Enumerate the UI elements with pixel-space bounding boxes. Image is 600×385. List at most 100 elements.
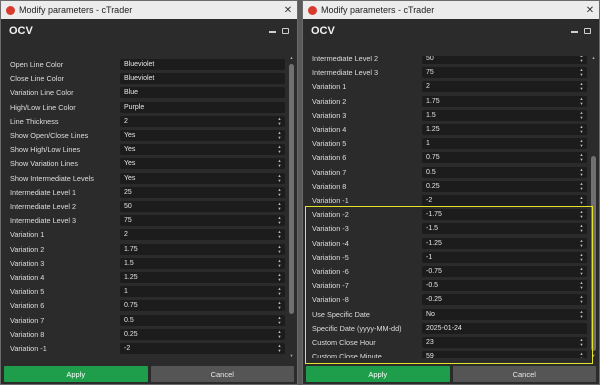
scroll-up-icon[interactable]: ▲ [591,56,596,60]
spinner-down-icon[interactable]: ▼ [580,272,584,276]
parameter-value-field[interactable]: 59 ▲▼ [422,351,587,358]
parameter-value-field[interactable]: 0.5 ▲ ▼ [120,314,285,326]
close-icon[interactable]: ✕ [279,5,297,16]
parameter-value-field[interactable]: -2 ▲ ▼ [422,195,587,206]
spinner-down-icon[interactable]: ▼ [580,300,584,304]
parameter-value-field[interactable]: -1.25 ▲ ▼ [422,237,587,249]
parameter-value-field[interactable]: No ▲ ▼ [422,308,587,320]
apply-button[interactable]: Apply [306,366,450,382]
spinner-down-icon[interactable]: ▼ [278,207,282,211]
spinner-down-icon[interactable]: ▼ [278,164,282,168]
spinner[interactable]: ▲▼ [277,116,282,126]
parameter-value-field[interactable]: Yes ▲ ▼ [120,172,285,184]
save-icon[interactable] [282,28,289,34]
spinner[interactable]: ▲▼ [579,196,584,205]
spinner-up-icon[interactable]: ▲ [580,96,584,101]
spinner-down-icon[interactable]: ▼ [278,178,282,183]
scroll-down-icon[interactable]: ▼ [289,354,294,358]
spinner-up-icon[interactable]: ▲ [278,315,282,320]
parameter-value-field[interactable]: 1 ▲ ▼ [422,138,587,150]
spinner[interactable]: ▲▼ [277,216,282,225]
spinner[interactable]: ▲▼ [579,252,584,262]
spinner-down-icon[interactable]: ▼ [580,158,584,162]
parameter-value-field[interactable]: -0.75 ▲ ▼ [422,266,587,277]
parameter-value-field[interactable]: 1.5 ▲ ▼ [422,109,587,121]
parameter-value-field[interactable]: 0.25 ▲ ▼ [120,328,285,340]
scrollbar[interactable]: ▲ ▼ [289,56,294,358]
spinner-up-icon[interactable]: ▲ [580,167,584,172]
spinner[interactable]: ▲▼ [277,329,282,339]
parameter-value-field[interactable]: 0.75 ▲ ▼ [120,300,285,312]
spinner[interactable]: ▲▼ [579,238,584,248]
spinner-down-icon[interactable]: ▼ [278,263,282,268]
apply-button[interactable]: Apply [4,366,148,382]
spinner[interactable]: ▲▼ [277,173,282,183]
spinner-down-icon[interactable]: ▼ [278,221,282,225]
spinner-up-icon[interactable]: ▲ [580,309,584,314]
spinner-down-icon[interactable]: ▼ [580,101,584,106]
spinner-up-icon[interactable]: ▲ [580,238,584,243]
spinner[interactable]: ▲▼ [579,267,584,276]
save-icon[interactable] [584,28,591,34]
spinner-down-icon[interactable]: ▼ [278,306,282,310]
spinner-down-icon[interactable]: ▼ [580,215,584,219]
parameter-value-field[interactable]: Blue [120,87,285,99]
spinner-down-icon[interactable]: ▼ [278,349,282,353]
parameter-value-field[interactable]: 0.5 ▲ ▼ [422,166,587,178]
spinner[interactable]: ▲▼ [277,244,282,254]
parameter-value-field[interactable]: 1.5 ▲ ▼ [120,257,285,269]
scrollbar-thumb[interactable] [591,156,596,351]
parameter-value-field[interactable]: 1.75 ▲ ▼ [422,95,587,107]
spinner-down-icon[interactable]: ▼ [580,172,584,177]
parameter-value-field[interactable]: -1 ▲ ▼ [422,251,587,263]
cancel-button[interactable]: Cancel [452,366,596,382]
parameter-value-field[interactable]: 1.75 ▲ ▼ [120,243,285,255]
spinner-down-icon[interactable]: ▼ [278,320,282,325]
parameter-value-field[interactable]: 1.25 ▲ ▼ [120,272,285,283]
minimize-icon[interactable] [269,29,276,33]
spinner-down-icon[interactable]: ▼ [580,201,584,205]
spinner-down-icon[interactable]: ▼ [580,286,584,290]
spinner-down-icon[interactable]: ▼ [580,59,584,63]
spinner-down-icon[interactable]: ▼ [278,235,282,239]
parameter-value-field[interactable]: -1.5 ▲ ▼ [422,223,587,235]
cancel-button[interactable]: Cancel [150,366,294,382]
spinner-down-icon[interactable]: ▼ [278,192,282,197]
spinner-down-icon[interactable]: ▼ [580,144,584,148]
spinner[interactable]: ▲▼ [277,273,282,282]
spinner[interactable]: ▲▼ [277,258,282,268]
close-icon[interactable]: ✕ [581,5,599,16]
spinner[interactable]: ▲▼ [277,301,282,310]
spinner-up-icon[interactable]: ▲ [278,173,282,178]
parameter-value-field[interactable]: 2 ▲ ▼ [120,229,285,241]
spinner[interactable]: ▲▼ [579,338,584,347]
parameter-value-field[interactable]: -0.5 ▲ ▼ [422,280,587,292]
spinner[interactable]: ▲▼ [579,56,584,63]
spinner-down-icon[interactable]: ▼ [278,150,282,154]
parameter-value-field[interactable]: 50 ▲▼ [120,201,285,212]
spinner-down-icon[interactable]: ▼ [580,314,584,319]
parameter-value-field[interactable]: 1.25 ▲ ▼ [422,124,587,135]
spinner-down-icon[interactable]: ▼ [580,130,584,134]
spinner[interactable]: ▲▼ [277,230,282,239]
spinner-down-icon[interactable]: ▼ [278,121,282,126]
spinner-down-icon[interactable]: ▼ [580,343,584,347]
scroll-up-icon[interactable]: ▲ [289,56,294,60]
parameter-value-field[interactable]: -1.75 ▲ ▼ [422,209,587,221]
spinner-down-icon[interactable]: ▼ [580,186,584,191]
spinner[interactable]: ▲▼ [277,159,282,168]
scroll-down-icon[interactable]: ▼ [591,354,596,358]
spinner[interactable]: ▲▼ [277,187,282,197]
spinner-down-icon[interactable]: ▼ [580,87,584,91]
spinner-down-icon[interactable]: ▼ [278,292,282,296]
parameter-value-field[interactable]: 1 ▲ ▼ [120,286,285,298]
spinner[interactable]: ▲▼ [579,110,584,120]
parameter-value-field[interactable]: 25 ▲ ▼ [120,186,285,198]
spinner[interactable]: ▲▼ [277,287,282,296]
parameter-value-field[interactable]: 23 ▲ ▼ [422,337,587,348]
spinner-up-icon[interactable]: ▲ [278,244,282,249]
spinner[interactable]: ▲▼ [579,139,584,148]
parameter-value-field[interactable]: Yes ▲ ▼ [120,158,285,170]
spinner-down-icon[interactable]: ▼ [278,249,282,254]
spinner[interactable]: ▲▼ [579,125,584,134]
